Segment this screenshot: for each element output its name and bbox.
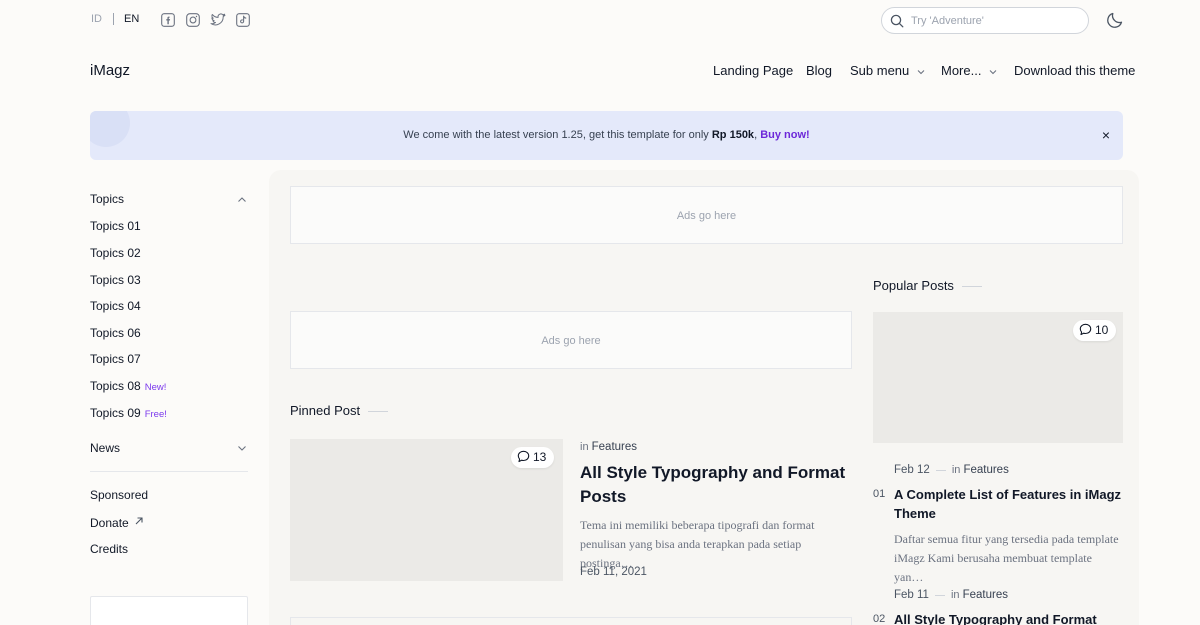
sidebar-item-topics-09[interactable]: Topics 09 Free! [90, 406, 167, 420]
comment-count-badge[interactable]: 13 [511, 447, 555, 468]
sidebar-item-topics-08[interactable]: Topics 08 New! [90, 379, 166, 393]
ads-banner-top[interactable]: Ads go here [290, 186, 1123, 244]
pinned-post-title[interactable]: All Style Typography and Format Posts [580, 461, 850, 509]
comment-icon [517, 450, 530, 463]
close-banner-button[interactable]: × [1097, 126, 1115, 144]
nav-blog[interactable]: Blog [806, 63, 832, 78]
category-link[interactable]: Features [592, 441, 637, 453]
ads-banner-middle[interactable]: Ads go here [290, 311, 852, 369]
lang-en[interactable]: EN [124, 13, 139, 25]
sidebar-item-topics-07[interactable]: Topics 07 [90, 352, 141, 366]
external-link-icon [135, 517, 143, 525]
instagram-icon[interactable] [186, 13, 200, 27]
sidebar-topics-label: Topics [90, 192, 125, 206]
pinned-post-date: Feb 11, 2021 [580, 566, 647, 578]
chevron-up-icon[interactable] [236, 194, 248, 206]
popular-posts-heading: Popular Posts [873, 278, 982, 293]
sidebar-news-toggle[interactable]: News [90, 441, 120, 455]
pinned-post-thumbnail[interactable]: 13 [290, 439, 563, 581]
sidebar-widget-box [90, 596, 248, 625]
category-link[interactable]: Features [963, 464, 1008, 476]
sidebar-item-topics-01[interactable]: Topics 01 [90, 219, 141, 233]
pinned-post-excerpt: Tema ini memiliki beberapa tipografi dan… [580, 518, 815, 570]
nav-more-label: More... [941, 63, 982, 78]
sidebar-item-topics-03[interactable]: Topics 03 [90, 273, 141, 287]
next-block-edge [290, 617, 852, 625]
popular-post-meta: Feb 11 in Features [894, 589, 1008, 601]
chevron-down-icon [989, 69, 997, 74]
sidebar-divider [90, 471, 248, 472]
popular-post-number: 02 [873, 613, 886, 625]
category-link[interactable]: Features [963, 589, 1008, 601]
pinned-post-heading: Pinned Post [290, 403, 389, 418]
tiktok-icon[interactable] [236, 13, 250, 27]
site-logo[interactable]: iMagz [90, 62, 130, 79]
popular-post-number: 01 [873, 488, 886, 500]
search-box[interactable] [881, 7, 1089, 34]
buy-now-link[interactable]: Buy now! [760, 129, 810, 141]
nav-sub-menu[interactable]: Sub menu [850, 63, 926, 78]
popular-post-meta: Feb 12 in Features [894, 464, 1009, 476]
heading-line [368, 411, 389, 413]
heading-line [961, 286, 982, 288]
banner-text: We come with the latest version 1.25, ge… [403, 129, 810, 141]
sidebar-item-topics-02[interactable]: Topics 02 [90, 246, 141, 260]
new-badge: New! [144, 382, 167, 393]
twitter-icon[interactable] [210, 13, 226, 27]
sidebar-link-credits[interactable]: Credits [90, 542, 128, 556]
banner-price: Rp 150k [711, 129, 755, 141]
popular-post-thumbnail[interactable]: 10 [873, 312, 1123, 443]
facebook-icon[interactable] [161, 13, 175, 27]
comment-icon [1079, 323, 1092, 336]
nav-sub-menu-label: Sub menu [850, 63, 910, 78]
sidebar-topics-toggle[interactable]: Topics [90, 192, 124, 206]
chevron-down-icon [917, 69, 925, 74]
comment-count-badge[interactable]: 10 [1073, 320, 1117, 341]
dark-mode-toggle-icon[interactable] [1106, 11, 1124, 29]
nav-download-theme[interactable]: Download this theme [1014, 63, 1135, 78]
sidebar-item-topics-04[interactable]: Topics 04 [90, 299, 141, 313]
sidebar-link-sponsored[interactable]: Sponsored [90, 488, 148, 502]
sidebar-link-donate[interactable]: Donate [90, 516, 144, 530]
sidebar-item-topics-06[interactable]: Topics 06 [90, 326, 141, 340]
nav-landing-page[interactable]: Landing Page [713, 63, 793, 78]
chevron-down-icon[interactable] [236, 442, 248, 454]
search-input[interactable] [911, 13, 1081, 29]
lang-divider [113, 13, 114, 25]
announcement-banner: We come with the latest version 1.25, ge… [90, 111, 1123, 160]
search-icon [890, 14, 904, 28]
lang-id[interactable]: ID [91, 13, 102, 25]
popular-post-excerpt: Daftar semua fitur yang tersedia pada te… [894, 532, 1119, 584]
free-badge: Free! [144, 409, 167, 420]
popular-post-title[interactable]: All Style Typography and Format [894, 610, 1124, 625]
nav-more[interactable]: More... [941, 63, 998, 78]
popular-post-title[interactable]: A Complete List of Features in iMagz The… [894, 485, 1124, 523]
pinned-post-category: in Features [580, 441, 638, 453]
